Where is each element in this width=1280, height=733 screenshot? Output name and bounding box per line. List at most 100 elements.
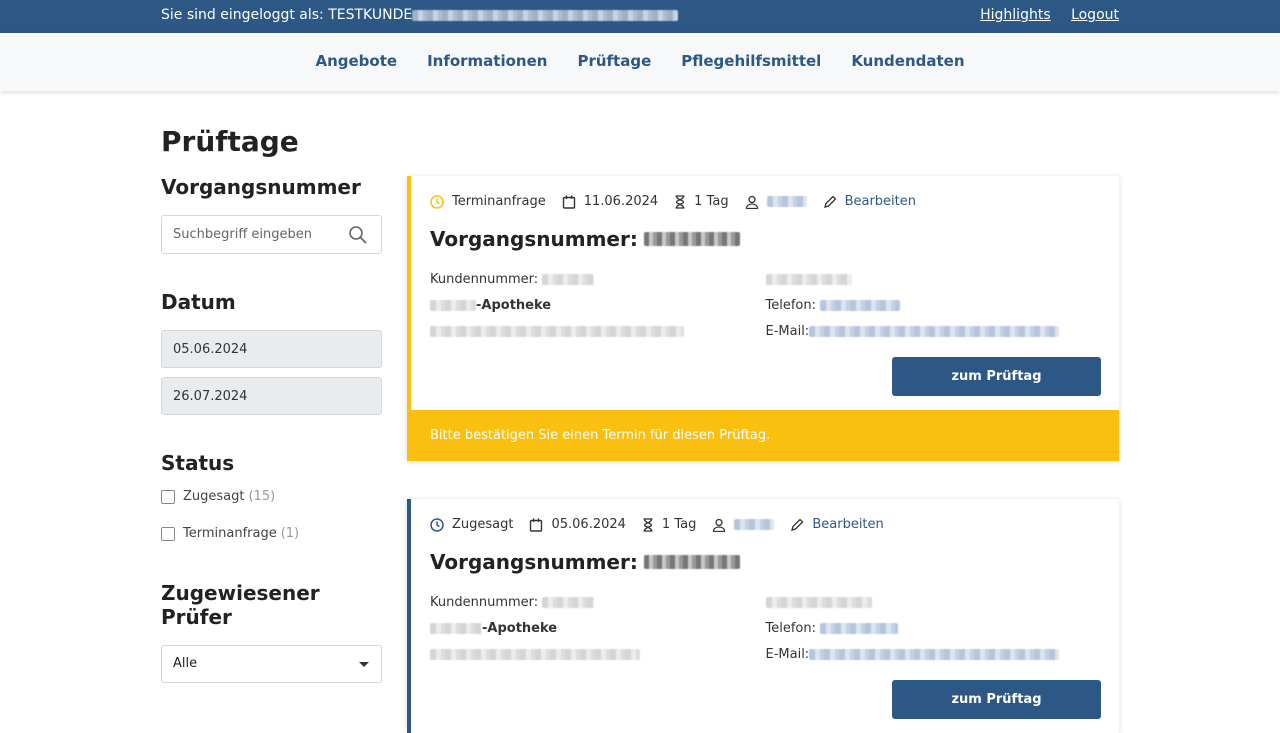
kundennummer-label: Kundennummer: [430, 272, 539, 287]
redacted-kundennummer [542, 597, 595, 608]
card-status: Terminanfrage [452, 194, 546, 209]
nav-item-prueftage[interactable]: Prüftage [577, 52, 651, 70]
status-label: Terminanfrage [183, 526, 277, 541]
status-item: Zugesagt [430, 517, 513, 532]
card-status: Zugesagt [452, 517, 514, 532]
search-icon[interactable] [348, 225, 368, 249]
status-option-zugesagt[interactable]: Zugesagt (15) [161, 489, 382, 504]
card-meta: Zugesagt 05.06.2024 1 Tag Bearbeiten [430, 517, 1101, 532]
page-title: Prüftage [161, 125, 299, 158]
user-icon [713, 518, 726, 532]
date-item: 11.06.2024 [562, 194, 658, 209]
redacted-email[interactable] [809, 649, 1060, 660]
search-placeholder: Suchbegriff eingeben [173, 227, 313, 242]
redacted-assignee [734, 519, 775, 530]
email-label: E-Mail: [765, 647, 810, 662]
edit-label: Bearbeiten [844, 194, 917, 209]
pruefer-select[interactable]: Alle [161, 645, 382, 683]
customer-column: Kundennummer: -Apotheke [430, 267, 766, 345]
vorgangsnummer-title: Vorgangsnummer: [430, 550, 1101, 574]
zum-prueftag-button[interactable]: zum Prüftag [892, 357, 1101, 396]
pruefer-heading: Zugewiesener Prüfer [161, 581, 320, 629]
card-details: Kundennummer: -Apotheke Telefon: E-Mail: [430, 267, 1101, 345]
login-info: Sie sind eingeloggt als: TESTKUNDE [161, 7, 679, 23]
apotheke-suffix: -Apotheke [476, 298, 552, 313]
status-option-terminanfrage[interactable]: Terminanfrage (1) [161, 526, 382, 541]
top-bar: Sie sind eingeloggt als: TESTKUNDE Highl… [0, 0, 1280, 33]
search-input[interactable]: Suchbegriff eingeben [161, 215, 382, 254]
logout-link[interactable]: Logout [1071, 7, 1119, 23]
email-label: E-Mail: [765, 324, 810, 339]
redacted-apotheke [430, 300, 476, 311]
customer-column: Kundennummer: -Apotheke [430, 590, 766, 668]
card-date: 11.06.2024 [583, 194, 659, 209]
card-duration: 1 Tag [694, 194, 729, 209]
redacted-vn [643, 555, 740, 569]
edit-link[interactable]: Bearbeiten [823, 194, 916, 209]
prueftag-card: Terminanfrage 11.06.2024 1 Tag Bearbeite… [407, 176, 1119, 461]
nav-item-angebote[interactable]: Angebote [315, 52, 397, 70]
clock-icon [430, 194, 444, 209]
zum-prueftag-button[interactable]: zum Prüftag [892, 680, 1101, 719]
kundennummer-label: Kundennummer: [430, 595, 539, 610]
date-to-input[interactable]: 26.07.2024 [161, 377, 382, 415]
chevron-down-icon [359, 662, 369, 667]
vorgangsnummer-heading: Vorgangsnummer [161, 175, 361, 199]
confirm-notice: Bitte bestätigen Sie einen Termin für di… [407, 410, 1119, 461]
redacted-user-details [412, 9, 679, 21]
redacted-phone[interactable] [820, 623, 899, 634]
button-row: zum Prüftag [430, 680, 1101, 719]
edit-label: Bearbeiten [812, 517, 884, 532]
redacted-phone[interactable] [820, 300, 901, 311]
login-user: TESTKUNDE [328, 7, 413, 23]
redacted-email[interactable] [809, 326, 1060, 337]
nav-item-kundendaten[interactable]: Kundendaten [851, 52, 964, 70]
telefon-label: Telefon: [765, 621, 817, 636]
status-heading: Status [161, 451, 235, 475]
checkbox-zugesagt[interactable] [161, 489, 175, 504]
status-item: Terminanfrage [430, 194, 546, 209]
nav-item-pflegehilfsmittel[interactable]: Pflegehilfsmittel [681, 52, 821, 70]
card-duration: 1 Tag [661, 517, 697, 532]
redacted-vn [643, 232, 740, 246]
calendar-icon [562, 195, 575, 209]
status-count: (1) [280, 526, 300, 541]
login-prefix: Sie sind eingeloggt als: [161, 7, 324, 23]
card-details: Kundennummer: -Apotheke Telefon: E-Mail: [430, 590, 1101, 668]
date-from-input[interactable]: 05.06.2024 [161, 330, 382, 368]
vorgangsnummer-title: Vorgangsnummer: [430, 227, 1101, 251]
contact-column: Telefon: E-Mail: [765, 590, 1102, 668]
status-count: (15) [248, 489, 276, 504]
checkbox-terminanfrage[interactable] [161, 526, 175, 541]
vn-label: Vorgangsnummer: [430, 227, 638, 251]
nav-item-informationen[interactable]: Informationen [427, 52, 547, 70]
redacted-contact-name [765, 597, 872, 608]
highlights-link[interactable]: Highlights [980, 7, 1051, 23]
hourglass-icon [675, 194, 685, 209]
user-icon [745, 195, 758, 209]
duration-item: 1 Tag [674, 194, 729, 209]
redacted-kundennummer [542, 274, 595, 285]
telefon-label: Telefon: [765, 298, 817, 313]
redacted-address [430, 326, 684, 337]
datum-heading: Datum [161, 290, 236, 314]
assignee-item [745, 195, 807, 209]
redacted-assignee [766, 196, 807, 207]
card-meta: Terminanfrage 11.06.2024 1 Tag Bearbeite… [430, 194, 1101, 209]
prueftag-card: Zugesagt 05.06.2024 1 Tag Bearbeiten Vor… [407, 499, 1119, 733]
apotheke-suffix: -Apotheke [482, 621, 558, 636]
pencil-icon [791, 518, 804, 531]
clock-icon [430, 517, 444, 532]
edit-link[interactable]: Bearbeiten [790, 517, 884, 532]
contact-column: Telefon: E-Mail: [765, 267, 1102, 345]
assignee-item [712, 518, 775, 532]
main-nav: Angebote Informationen Prüftage Pflegehi… [0, 33, 1280, 91]
pruefer-selected: Alle [173, 656, 198, 671]
card-date: 05.06.2024 [551, 517, 626, 532]
status-label: Zugesagt [183, 489, 245, 504]
redacted-contact-name [765, 274, 852, 285]
calendar-icon [530, 518, 543, 532]
pencil-icon [823, 195, 836, 208]
redacted-apotheke [430, 623, 482, 634]
duration-item: 1 Tag [642, 517, 696, 532]
